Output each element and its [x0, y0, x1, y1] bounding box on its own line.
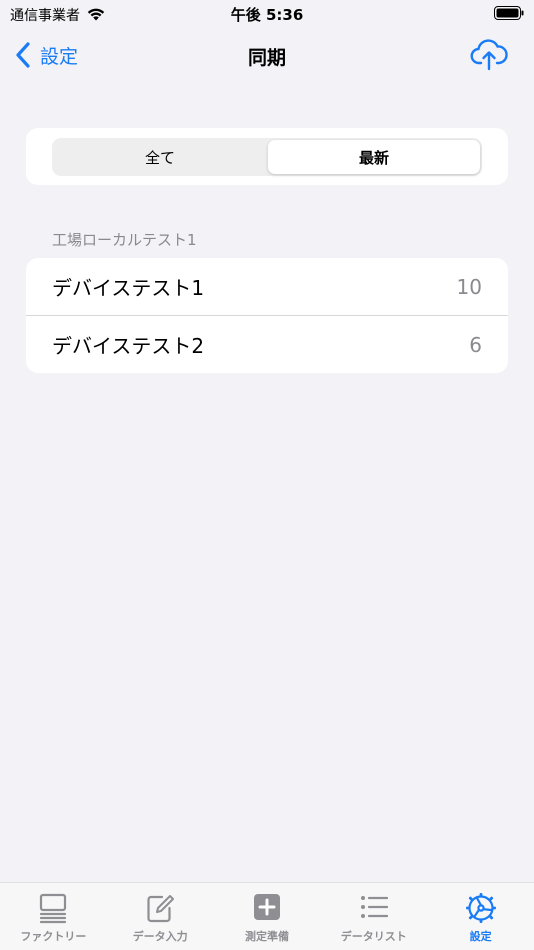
device-count: 6 [469, 332, 482, 357]
gear-icon [465, 893, 496, 923]
navigation-bar: 設定 同期 [0, 30, 534, 80]
edit-icon [147, 895, 175, 923]
list-icon [360, 896, 388, 918]
device-name: デバイステスト2 [52, 334, 205, 358]
tab-label: データ入力 [132, 930, 188, 943]
tab-settings[interactable]: 設定 [427, 883, 534, 950]
list-item[interactable]: デバイステスト2 6 [26, 315, 508, 373]
tab-label: 設定 [469, 930, 492, 943]
status-time: 午後 5:36 [230, 6, 304, 24]
plus-square-icon [253, 894, 280, 920]
tab-label: ファクトリー [20, 930, 87, 943]
tab-measurement-prep[interactable]: 測定準備 [214, 883, 321, 950]
status-bar: 通信事業者 午後 5:36 [0, 0, 534, 30]
section-header: 工場ローカルテスト1 [52, 231, 197, 249]
tab-label: 測定準備 [244, 930, 289, 943]
page-title: 同期 [247, 47, 286, 69]
cloud-upload-icon[interactable] [470, 36, 508, 72]
tab-label: データリスト [340, 930, 407, 943]
battery-icon [494, 6, 524, 20]
tab-data-entry[interactable]: データ入力 [107, 883, 214, 950]
segment-all[interactable]: 全て [54, 140, 266, 174]
sync-screen: 通信事業者 午後 5:36 設定 同期 全て 最新 工場ローカルテスト1 デバイ… [0, 0, 534, 950]
tab-bar: ファクトリー データ入力 測定準備 データリスト 設定 [0, 882, 534, 950]
segmented-control: 全て 最新 [52, 138, 482, 176]
factory-icon [40, 893, 67, 924]
tab-data-list[interactable]: データリスト [320, 883, 427, 950]
device-list: デバイステスト1 10 デバイステスト2 6 [26, 258, 508, 373]
device-count: 10 [456, 274, 482, 299]
device-name: デバイステスト1 [52, 276, 205, 300]
filter-card: 全て 最新 [26, 128, 508, 185]
tab-factory[interactable]: ファクトリー [0, 883, 107, 950]
list-item[interactable]: デバイステスト1 10 [26, 258, 508, 315]
segment-latest[interactable]: 最新 [268, 140, 480, 174]
